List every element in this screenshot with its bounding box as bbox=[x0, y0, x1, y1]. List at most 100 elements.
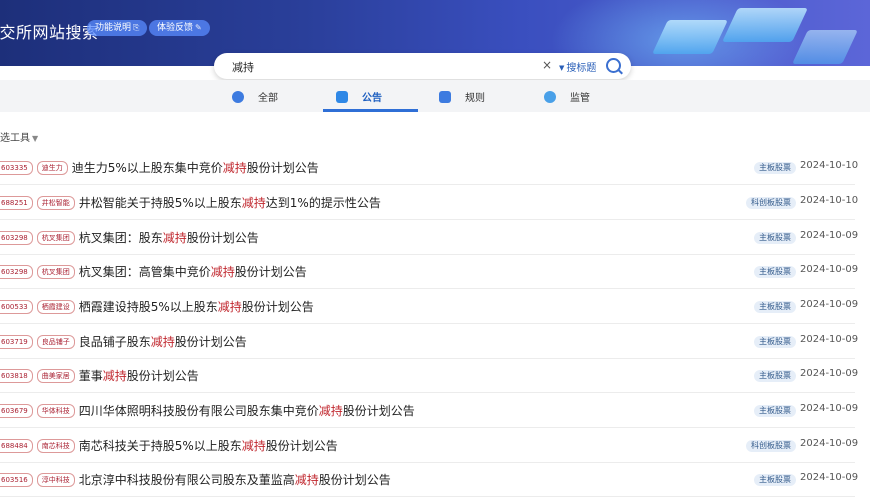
stock-name-tag[interactable]: 南芯科技 bbox=[36, 439, 75, 453]
stock-code-tag[interactable]: 603298 bbox=[0, 265, 33, 279]
announcement-title-link[interactable]: 北京淳中科技股份有限公司股东及董监高减持股份计划公告 bbox=[79, 471, 391, 488]
stock-code-tag[interactable]: 688251 bbox=[0, 196, 33, 210]
stock-code-tag[interactable]: 603335 bbox=[0, 161, 33, 175]
stock-name-tag[interactable]: 杭叉集团 bbox=[36, 265, 75, 279]
board-badge: 主板股票 bbox=[754, 232, 796, 244]
stock-name-tag[interactable]: 杭叉集团 bbox=[36, 231, 75, 245]
publish-date: 2024-10-09 bbox=[800, 230, 859, 241]
title-text: 栖霞建设持股5%以上股东 bbox=[78, 300, 218, 314]
clear-icon[interactable]: × bbox=[542, 58, 552, 72]
result-row[interactable]: 603335 迪生力 迪生力5%以上股东集中竞价减持股份计划公告 主板股票 2024-1… bbox=[0, 150, 858, 185]
tab-announcement[interactable]: 公告 bbox=[336, 89, 382, 109]
board-badge: 主板股票 bbox=[754, 336, 796, 348]
title-text: 南芯科技关于持股5%以上股东 bbox=[78, 439, 242, 453]
publish-date: 2024-10-09 bbox=[800, 438, 859, 449]
function-help-label: 功能说明 bbox=[95, 23, 132, 33]
site-title: 上交所网站搜索 bbox=[0, 23, 99, 42]
announcement-title-link[interactable]: 栖霞建设持股5%以上股东减持股份计划公告 bbox=[79, 298, 314, 315]
publish-date: 2024-10-09 bbox=[800, 472, 859, 483]
search-mode-select[interactable]: ▼ 搜标题 bbox=[559, 59, 596, 74]
announcement-title-link[interactable]: 杭叉集团：高管集中竞价减持股份计划公告 bbox=[79, 263, 307, 280]
keyword-highlight: 减持 bbox=[318, 404, 343, 418]
board-badge: 主板股票 bbox=[754, 474, 796, 486]
stock-code-tag[interactable]: 603679 bbox=[0, 404, 33, 418]
caret-down-icon: ▼ bbox=[559, 64, 565, 72]
result-row[interactable]: 688251 井松智能 井松智能关于持股5%以上股东减持达到1%的提示性公告 科创板股… bbox=[0, 185, 858, 220]
search-box[interactable]: 减持 × ▼ 搜标题 bbox=[214, 53, 631, 79]
announcement-title-link[interactable]: 四川华体照明科技股份有限公司股东集中竞价减持股份计划公告 bbox=[79, 402, 415, 419]
result-row[interactable]: 603818 曲美家居 董事减持股份计划公告 主板股票 2024-10-09 bbox=[0, 358, 859, 393]
keyword-highlight: 减持 bbox=[162, 231, 187, 245]
keyword-highlight: 减持 bbox=[241, 439, 266, 453]
stock-name-tag[interactable]: 栖霞建设 bbox=[36, 300, 75, 314]
keyword-highlight: 减持 bbox=[217, 300, 242, 314]
filter-tools-toggle[interactable]: 筛选工具▼ bbox=[0, 129, 38, 144]
keyword-highlight: 减持 bbox=[241, 196, 266, 210]
filter-tools-label: 筛选工具 bbox=[0, 133, 30, 144]
stock-code-tag[interactable]: 603516 bbox=[0, 473, 33, 487]
stock-name-tag[interactable]: 井松智能 bbox=[36, 196, 75, 210]
tab-all-label: 全部 bbox=[258, 93, 278, 104]
search-icon[interactable] bbox=[606, 58, 621, 73]
announcement-title-link[interactable]: 董事减持股份计划公告 bbox=[79, 367, 199, 384]
keyword-highlight: 减持 bbox=[210, 265, 235, 279]
title-text: 北京淳中科技股份有限公司股东及董监高 bbox=[78, 473, 295, 487]
board-badge: 主板股票 bbox=[754, 405, 796, 417]
board-badge: 主板股票 bbox=[754, 162, 796, 174]
tab-supervision[interactable]: 监管 bbox=[544, 89, 590, 109]
stock-name-tag[interactable]: 良品铺子 bbox=[36, 335, 75, 349]
result-row[interactable]: 688484 南芯科技 南芯科技关于持股5%以上股东减持股份计划公告 科创板股票 202… bbox=[0, 428, 859, 463]
category-tabs: 全部 公告 规则 监管 bbox=[0, 80, 870, 112]
stock-name-tag[interactable]: 迪生力 bbox=[36, 161, 68, 175]
search-input[interactable]: 减持 bbox=[232, 59, 254, 75]
title-text: 股份计划公告 bbox=[186, 231, 259, 245]
caret-down-icon: ▼ bbox=[32, 134, 39, 143]
tab-all[interactable]: 全部 bbox=[232, 89, 278, 109]
feedback-label: 体验反馈 bbox=[157, 23, 194, 33]
result-row[interactable]: 603679 华体科技 四川华体照明科技股份有限公司股东集中竞价减持股份计划公告 主板… bbox=[0, 393, 859, 428]
tab-announcement-label: 公告 bbox=[362, 93, 382, 104]
board-badge: 科创板股票 bbox=[746, 197, 796, 209]
result-row[interactable]: 600533 栖霞建设 栖霞建设持股5%以上股东减持股份计划公告 主板股票 2024-1… bbox=[0, 289, 858, 324]
result-row[interactable]: 603298 杭叉集团 杭叉集团：股东减持股份计划公告 主板股票 2024-10-09 bbox=[0, 220, 859, 255]
stock-name-tag[interactable]: 淳中科技 bbox=[36, 473, 75, 487]
stock-code-tag[interactable]: 603719 bbox=[0, 335, 33, 349]
keyword-highlight: 减持 bbox=[150, 335, 175, 349]
stock-name-tag[interactable]: 曲美家居 bbox=[36, 369, 75, 383]
info-icon: ⎘ bbox=[133, 23, 140, 32]
announcement-title-link[interactable]: 南芯科技关于持股5%以上股东减持股份计划公告 bbox=[79, 437, 338, 454]
title-text: 迪生力5%以上股东集中竞价 bbox=[71, 161, 223, 175]
title-text: 股份计划公告 bbox=[126, 369, 199, 383]
publish-date: 2024-10-09 bbox=[800, 403, 859, 414]
title-text: 股份计划公告 bbox=[174, 335, 247, 349]
announcement-title-link[interactable]: 井松智能关于持股5%以上股东减持达到1%的提示性公告 bbox=[79, 194, 381, 211]
result-row[interactable]: 603298 杭叉集团 杭叉集团：高管集中竞价减持股份计划公告 主板股票 2024-10… bbox=[0, 254, 858, 289]
title-text: 股份计划公告 bbox=[342, 404, 415, 418]
keyword-highlight: 减持 bbox=[222, 161, 247, 175]
announcement-icon bbox=[336, 91, 348, 103]
stock-name-tag[interactable]: 华体科技 bbox=[36, 404, 75, 418]
announcement-title-link[interactable]: 迪生力5%以上股东集中竞价减持股份计划公告 bbox=[72, 159, 319, 176]
rules-icon bbox=[439, 91, 451, 103]
title-text: 股份计划公告 bbox=[265, 439, 338, 453]
stock-code-tag[interactable]: 688484 bbox=[0, 439, 33, 453]
title-text: 董事 bbox=[78, 369, 103, 383]
feedback-pill[interactable]: 体验反馈 ✎ bbox=[149, 20, 210, 36]
search-mode-label: 搜标题 bbox=[566, 63, 597, 74]
function-help-pill[interactable]: 功能说明 ⎘ bbox=[87, 20, 148, 36]
board-badge: 科创板股票 bbox=[746, 440, 796, 452]
board-badge: 主板股票 bbox=[754, 301, 796, 313]
tab-rules[interactable]: 规则 bbox=[439, 89, 485, 109]
result-row[interactable]: 603719 良品铺子 良品铺子股东减持股份计划公告 主板股票 2024-10-09 bbox=[0, 324, 858, 359]
all-icon bbox=[232, 91, 244, 103]
title-text: 股份计划公告 bbox=[246, 161, 319, 175]
announcement-title-link[interactable]: 良品铺子股东减持股份计划公告 bbox=[79, 333, 247, 350]
stock-code-tag[interactable]: 600533 bbox=[0, 300, 33, 314]
publish-date: 2024-10-09 bbox=[800, 368, 859, 379]
announcement-title-link[interactable]: 杭叉集团：股东减持股份计划公告 bbox=[79, 229, 259, 246]
title-text: 井松智能关于持股5%以上股东 bbox=[78, 196, 242, 210]
feedback-icon: ✎ bbox=[195, 23, 202, 32]
title-text: 四川华体照明科技股份有限公司股东集中竞价 bbox=[78, 404, 319, 418]
stock-code-tag[interactable]: 603298 bbox=[0, 231, 33, 245]
stock-code-tag[interactable]: 603818 bbox=[0, 369, 33, 383]
